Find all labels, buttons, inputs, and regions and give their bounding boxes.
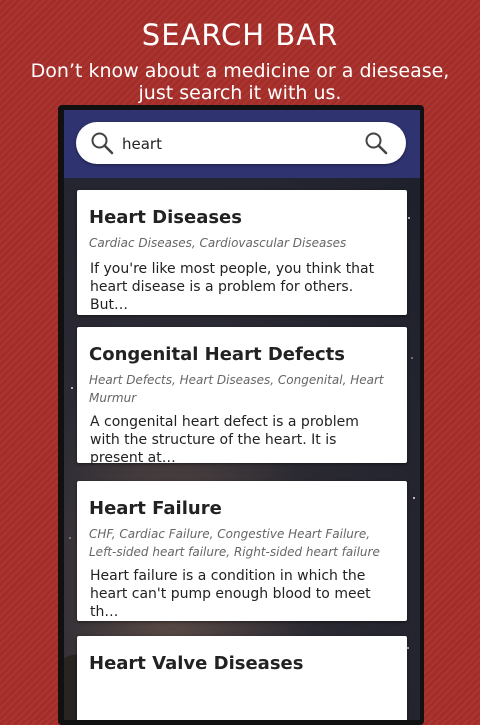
result-tags: Heart Defects, Heart Diseases, Congenita… (89, 373, 384, 405)
result-title: Heart Diseases (89, 207, 242, 228)
result-description: A congenital heart defect is a problem w… (90, 414, 359, 466)
result-tags: Cardiac Diseases, Cardiovascular Disease… (89, 236, 347, 250)
result-description: If you're like most people, you think th… (90, 261, 375, 313)
result-card[interactable]: Congenital Heart Defects Heart Defects, … (77, 327, 407, 466)
result-card[interactable]: Heart Valve Diseases (77, 636, 407, 720)
search-icon (91, 132, 114, 155)
promo-subtitle: Don’t know about a medicine or a dieseas… (30, 60, 450, 104)
result-title: Heart Failure (89, 498, 222, 519)
result-tags: CHF, Cardiac Failure, Congestive Heart F… (89, 527, 380, 559)
result-description: Heart failure is a condition in which th… (90, 568, 371, 620)
result-title: Congenital Heart Defects (89, 344, 345, 365)
search-input[interactable] (120, 130, 354, 158)
result-card[interactable]: Heart Failure CHF, Cardiac Failure, Cong… (77, 481, 407, 621)
result-card[interactable]: Heart Diseases Cardiac Diseases, Cardiov… (77, 190, 407, 315)
app-screen: Heart Diseases Cardiac Diseases, Cardiov… (64, 110, 420, 720)
result-title: Heart Valve Diseases (89, 653, 304, 674)
search-bar[interactable] (76, 122, 406, 164)
search-submit-icon[interactable] (364, 131, 388, 155)
toolbar (64, 110, 420, 178)
promo-title: SEARCH BAR (141, 18, 339, 52)
